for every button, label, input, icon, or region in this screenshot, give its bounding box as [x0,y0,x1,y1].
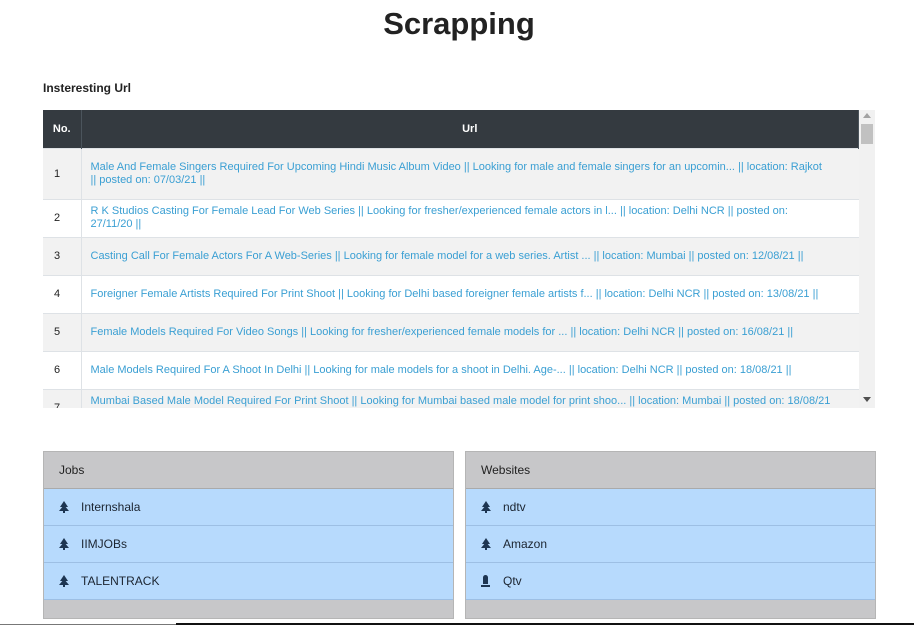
websites-item-label: ndtv [503,500,526,514]
websites-item-ndtv[interactable]: ndtv [466,489,875,526]
url-table-container: No. Url 1 Male And Female Singers Requir… [43,110,875,408]
tree-icon [59,501,69,513]
tree-icon [481,501,491,513]
table-row: 3 Casting Call For Female Actors For A W… [43,236,859,275]
jobs-item-talentrack[interactable]: TALENTRACK [44,563,453,600]
table-header-row: No. Url [43,110,859,148]
websites-item-qtv[interactable]: Qtv [466,563,875,600]
column-header-no: No. [43,110,82,148]
websites-item-label: Amazon [503,537,548,551]
column-header-url: Url [81,110,859,148]
row-number: 5 [43,312,82,351]
websites-item-label: Qtv [503,574,522,588]
scroll-up-arrow-icon[interactable] [863,113,871,118]
tree-icon [481,538,491,550]
row-number: 1 [43,147,82,199]
jobs-item-label: Internshala [81,500,141,514]
chess-pawn-icon [481,575,491,587]
row-number: 3 [43,236,82,275]
url-link[interactable]: R K Studios Casting For Female Lead For … [91,205,788,230]
row-number: 4 [43,274,82,313]
url-link[interactable]: Male And Female Singers Required For Upc… [91,161,822,186]
tree-icon [59,538,69,550]
scroll-down-arrow-icon[interactable] [863,397,871,402]
scrollbar-thumb[interactable] [861,124,873,144]
websites-panel: Websites ndtv Amazon Qtv [465,451,876,619]
url-link[interactable]: Male Models Required For A Shoot In Delh… [91,364,792,376]
section-label-urls: Insteresting Url [43,81,132,95]
url-link[interactable]: Casting Call For Female Actors For A Web… [91,250,804,262]
page-bottom-border [176,623,914,625]
url-link[interactable]: Foreigner Female Artists Required For Pr… [91,288,819,300]
table-row: 2 R K Studios Casting For Female Lead Fo… [43,198,859,237]
url-table: No. Url 1 Male And Female Singers Requir… [43,110,859,408]
jobs-item-iimjobs[interactable]: IIMJOBs [44,526,453,563]
jobs-item-label: IIMJOBs [81,537,128,551]
jobs-panel: Jobs Internshala IIMJOBs TALENTRACK [43,451,454,619]
websites-panel-header: Websites [466,452,875,489]
websites-item-amazon[interactable]: Amazon [466,526,875,563]
url-table-scroll-area[interactable]: No. Url 1 Male And Female Singers Requir… [43,110,859,408]
table-row: 7 Mumbai Based Male Model Required For P… [43,388,859,408]
url-link[interactable]: Female Models Required For Video Songs |… [91,326,794,338]
jobs-item-internshala[interactable]: Internshala [44,489,453,526]
tree-icon [59,575,69,587]
row-number: 6 [43,350,82,389]
table-row: 4 Foreigner Female Artists Required For … [43,274,859,313]
row-number: 7 [43,388,82,408]
row-number: 2 [43,198,82,237]
table-scrollbar[interactable] [859,110,875,408]
table-row: 5 Female Models Required For Video Songs… [43,312,859,351]
page-title: Scrapping [383,6,535,41]
table-row: 6 Male Models Required For A Shoot In De… [43,350,859,389]
jobs-item-label: TALENTRACK [81,574,160,588]
url-link[interactable]: Mumbai Based Male Model Required For Pri… [91,395,831,408]
jobs-panel-header: Jobs [44,452,453,489]
table-row: 1 Male And Female Singers Required For U… [43,147,859,199]
